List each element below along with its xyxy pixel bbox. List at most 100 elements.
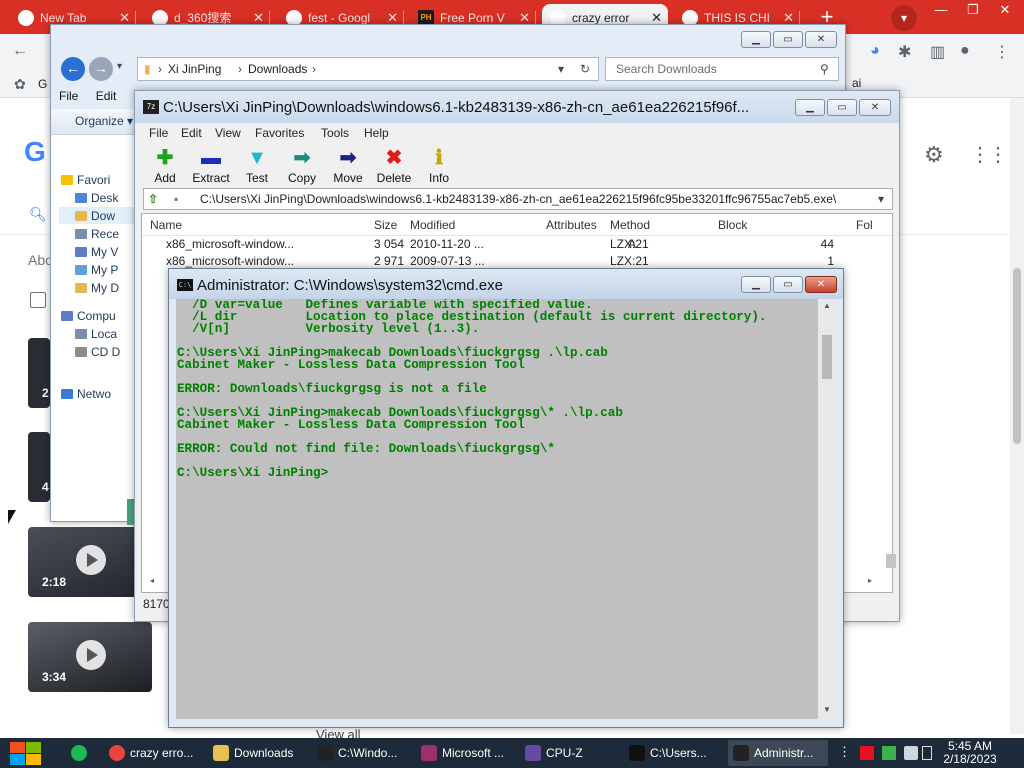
search-tab-icon[interactable]: 🔍︎ <box>29 206 47 223</box>
menu-favorites[interactable]: Favorites <box>255 126 304 140</box>
nav-item[interactable]: Loca <box>91 327 117 341</box>
taskbar-item[interactable]: C:\Windo... <box>312 740 412 766</box>
recent-pages-icon[interactable]: ▾ <box>117 61 122 72</box>
play-icon[interactable] <box>76 640 106 670</box>
breadcrumb-item[interactable]: Xi JinPing <box>168 62 221 76</box>
address-dropdown-icon[interactable]: ▾ <box>558 62 564 76</box>
taskbar-item[interactable]: C:\Users... <box>624 740 724 766</box>
menu-icon[interactable]: ⋮ <box>994 42 1010 62</box>
profile-sync-icon[interactable]: ◕ <box>870 42 880 60</box>
apps-bookmark-icon[interactable]: ✿ <box>14 76 26 93</box>
google-logo[interactable]: G <box>24 136 46 168</box>
delete-button[interactable]: ✖ Delete <box>372 145 416 185</box>
close-icon[interactable]: ✕ <box>990 0 1020 20</box>
nav-item[interactable]: Rece <box>91 227 119 241</box>
settings-gear-icon[interactable]: ⚙ <box>924 142 944 168</box>
address-bar[interactable]: ▮ › Xi JinPing › Downloads › ▾ ↻ <box>137 57 599 81</box>
maximize-button[interactable]: ▭ <box>773 276 803 293</box>
volume-icon[interactable] <box>922 746 932 760</box>
title-bar[interactable]: 7z C:\Users\Xi JinPing\Downloads\windows… <box>135 91 899 123</box>
nav-item[interactable]: Favori <box>77 173 110 187</box>
tray-overflow-icon[interactable]: ⋮ <box>838 744 852 759</box>
extract-button[interactable]: ▬ Extract <box>189 145 233 185</box>
taskbar-item[interactable]: Downloads <box>208 740 308 766</box>
nav-item[interactable]: Netwo <box>77 387 111 401</box>
start-button[interactable] <box>8 740 44 766</box>
restore-icon[interactable]: ❐ <box>958 0 988 20</box>
minimize-button[interactable]: ▁ <box>795 99 825 116</box>
scroll-left-icon[interactable]: ◂ <box>150 576 154 585</box>
test-button[interactable]: ▼ Test <box>235 145 279 185</box>
column-header[interactable]: Fol <box>856 218 873 232</box>
pinned-app[interactable] <box>66 740 94 766</box>
menu-file[interactable]: File <box>59 89 78 103</box>
column-header[interactable]: Name <box>150 218 182 232</box>
nav-item[interactable]: CD D <box>91 345 120 359</box>
side-panel-icon[interactable]: ▥ <box>930 42 945 62</box>
video-tab-icon[interactable] <box>30 292 46 308</box>
clock[interactable]: 5:45 AM 2/18/2023 <box>936 740 1004 766</box>
device-icon[interactable] <box>904 746 918 760</box>
back-arrow-icon[interactable]: ← <box>12 42 28 60</box>
network-icon[interactable] <box>882 746 896 760</box>
console-output[interactable]: /D var=value Defines variable with speci… <box>176 299 818 719</box>
menu-edit[interactable]: Edit <box>96 89 117 103</box>
video-thumbnail[interactable]: 3:34 <box>28 622 152 692</box>
taskbar-item[interactable]: crazy erro... <box>104 740 204 766</box>
menu-tools[interactable]: Tools <box>321 126 349 140</box>
video-thumbnail[interactable]: 4 <box>28 432 50 502</box>
nav-item[interactable]: Dow <box>91 209 115 223</box>
nav-item[interactable]: My P <box>91 263 118 277</box>
page-scrollbar[interactable] <box>1010 98 1024 734</box>
up-folder-icon[interactable]: ⇧ <box>148 192 158 206</box>
nav-item[interactable]: My D <box>91 281 119 295</box>
taskbar-item[interactable]: CPU-Z <box>520 740 620 766</box>
console-scrollbar[interactable]: ▲ ▼ <box>819 299 835 719</box>
nav-item[interactable]: Compu <box>77 309 116 323</box>
info-button[interactable]: ℹ Info <box>417 145 461 185</box>
organize-button[interactable]: Organize ▾ <box>75 114 133 128</box>
maximize-button[interactable]: ▭ <box>827 99 857 116</box>
table-row[interactable]: x86_microsoft-window... 3 054 2010-11-20 .… <box>142 236 892 253</box>
bookmark-item[interactable]: G <box>38 77 47 91</box>
account-icon[interactable]: ● <box>960 42 970 60</box>
column-header[interactable]: Attributes <box>546 218 597 232</box>
minimize-icon[interactable]: — <box>926 0 956 20</box>
taskbar-item[interactable]: Administr... <box>728 740 828 766</box>
scroll-up-icon[interactable]: ▲ <box>823 301 831 310</box>
title-bar[interactable]: C:\ Administrator: C:\Windows\system32\c… <box>169 269 843 299</box>
add-button[interactable]: ✚ Add <box>143 145 187 185</box>
extensions-icon[interactable]: ✱ <box>898 42 911 62</box>
back-button[interactable]: ← <box>61 57 85 81</box>
column-header[interactable]: Size <box>374 218 397 232</box>
column-header[interactable]: Modified <box>410 218 455 232</box>
breadcrumb-item[interactable]: Downloads <box>248 62 307 76</box>
forward-button[interactable]: → <box>89 57 113 81</box>
video-thumbnail[interactable]: 2 <box>28 338 50 408</box>
close-button[interactable]: ✕ <box>859 99 891 116</box>
minimize-button[interactable]: ▁ <box>741 276 771 293</box>
menu-file[interactable]: File <box>149 126 168 140</box>
nav-item[interactable]: My V <box>91 245 118 259</box>
close-button[interactable]: ✕ <box>805 276 837 293</box>
path-dropdown-icon[interactable]: ▾ <box>878 192 884 206</box>
close-button[interactable]: ✕ <box>805 31 837 48</box>
maximize-button[interactable]: ▭ <box>773 31 803 48</box>
menu-edit[interactable]: Edit <box>181 126 202 140</box>
scroll-right-icon[interactable]: ▸ <box>868 576 872 585</box>
move-button[interactable]: ➡ Move <box>326 145 370 185</box>
tab-search-icon[interactable]: ▾ <box>891 5 917 31</box>
refresh-icon[interactable]: ↻ <box>580 62 590 76</box>
list-scrollbar-thumb[interactable] <box>886 554 896 568</box>
column-header[interactable]: Method <box>610 218 650 232</box>
play-icon[interactable] <box>76 545 106 575</box>
taskbar-item[interactable]: Microsoft ... <box>416 740 516 766</box>
search-input[interactable]: Search Downloads ⚲ <box>605 57 839 81</box>
minimize-button[interactable]: ▁ <box>741 31 771 48</box>
menu-view[interactable]: View <box>215 126 241 140</box>
path-field[interactable]: ⇧ ▪ C:\Users\Xi JinPing\Downloads\window… <box>143 188 893 210</box>
nav-item[interactable]: Desk <box>91 191 118 205</box>
column-header[interactable]: Block <box>718 218 747 232</box>
copy-button[interactable]: ➡ Copy <box>280 145 324 185</box>
scroll-down-icon[interactable]: ▼ <box>823 705 831 714</box>
